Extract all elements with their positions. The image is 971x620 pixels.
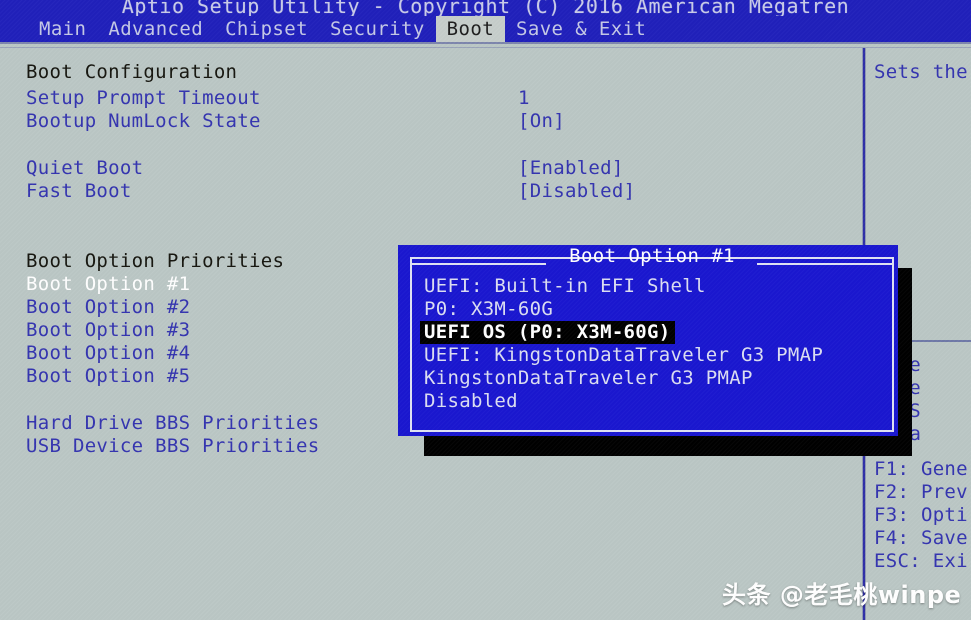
window-title: Aptio Setup Utility - Copyright (C) 2016… [121,0,850,16]
setting-label-quiet-boot[interactable]: Quiet Boot [26,157,143,180]
setting-value-fast-boot[interactable]: [Disabled] [518,180,635,203]
submenu-usb-device-bbs-priorities[interactable]: USB Device BBS Priorities [26,435,319,458]
dialog-option-p0-x3m-60g[interactable]: P0: X3M-60G [420,298,557,321]
dialog-option-uefi-os-p0-x3m-60g[interactable]: UEFI OS (P0: X3M-60G) [420,321,675,344]
tab-main[interactable]: Main [28,16,97,42]
dialog-option-kingstondatatraveler-g3-pmap[interactable]: KingstonDataTraveler G3 PMAP [420,367,757,390]
help-key-f2: F2: Prev [874,481,968,503]
boot-option-5[interactable]: Boot Option #5 [26,365,190,388]
boot-option-dialog: Boot Option #1 UEFI: Built-in EFI Shell … [398,245,898,436]
watermark-text: 头条 @老毛桃winpe [722,581,962,609]
help-description: Sets the [874,61,968,83]
window-titlebar: Aptio Setup Utility - Copyright (C) 2016… [0,0,971,16]
bios-setup-screen: Aptio Setup Utility - Copyright (C) 2016… [0,0,971,620]
submenu-hard-drive-bbs-priorities[interactable]: Hard Drive BBS Priorities [26,412,319,435]
dialog-option-uefi-built-in-efi-shell[interactable]: UEFI: Built-in EFI Shell [420,275,710,298]
tab-boot[interactable]: Boot [435,16,506,42]
help-key-f3: F3: Opti [874,504,968,526]
setting-label-fast-boot[interactable]: Fast Boot [26,180,132,203]
dialog-option-disabled[interactable]: Disabled [420,390,522,413]
boot-option-2[interactable]: Boot Option #2 [26,296,190,319]
setting-value-bootup-numlock-state[interactable]: [On] [518,110,565,133]
setting-value-setup-prompt-timeout[interactable]: 1 [518,87,530,110]
section-heading-boot-configuration: Boot Configuration [26,61,238,83]
boot-option-3[interactable]: Boot Option #3 [26,319,190,342]
boot-option-1[interactable]: Boot Option #1 [26,273,190,296]
tab-advanced[interactable]: Advanced [97,16,214,42]
tab-security[interactable]: Security [319,16,436,42]
help-key-f1: F1: Gene [874,458,968,480]
help-key-esc: ESC: Exi [874,550,968,572]
dialog-option-list: UEFI: Built-in EFI Shell P0: X3M-60G UEF… [420,275,890,413]
menubar-tabs: Main Advanced Chipset Security Boot Save… [28,16,657,42]
boot-option-4[interactable]: Boot Option #4 [26,342,190,365]
setting-label-setup-prompt-timeout[interactable]: Setup Prompt Timeout [26,87,261,110]
help-key-f4: F4: Save [874,527,968,549]
tab-save-exit[interactable]: Save & Exit [505,16,657,42]
dialog-title: Boot Option #1 [569,245,735,267]
section-heading-boot-option-priorities: Boot Option Priorities [26,250,285,272]
setting-label-bootup-numlock-state[interactable]: Bootup NumLock State [26,110,261,133]
setting-value-quiet-boot[interactable]: [Enabled] [518,157,624,180]
dialog-option-uefi-kingstondatatraveler-g3-pmap[interactable]: UEFI: KingstonDataTraveler G3 PMAP [420,344,827,367]
tab-chipset[interactable]: Chipset [214,16,319,42]
menubar: Main Advanced Chipset Security Boot Save… [0,16,971,42]
